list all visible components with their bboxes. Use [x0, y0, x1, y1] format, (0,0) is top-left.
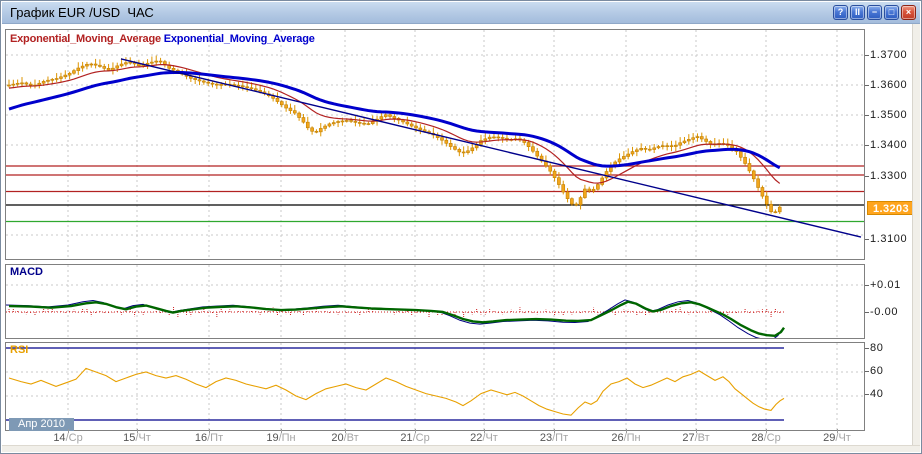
date-label: 28/Ср [734, 432, 798, 444]
macd-tick-label: -0.00 [870, 306, 898, 318]
macd-canvas [6, 265, 864, 338]
date-label: 29/Чт [805, 432, 869, 444]
bottom-edge-strip [2, 445, 920, 452]
date-label: 23/Пт [522, 432, 586, 444]
rsi-canvas [6, 343, 864, 430]
window-title: График EUR /USD ЧАС [10, 2, 154, 23]
legend-ema-blue: Exponential_Moving_Average [164, 33, 315, 45]
indicator-legend: Exponential_Moving_Average Exponential_M… [10, 33, 315, 45]
month-label: Апр 2010 [9, 418, 74, 431]
title-bar[interactable]: График EUR /USD ЧАС ?II−□× [2, 2, 920, 24]
right-edge-strip [912, 24, 920, 452]
macd-tick-label: +0.01 [870, 279, 901, 291]
date-label: 21/Ср [383, 432, 447, 444]
price-tick-label: 1.3300 [870, 170, 907, 182]
date-label: 19/Пн [249, 432, 313, 444]
rsi-pane-label: RSI [10, 344, 28, 356]
help-button[interactable]: ? [833, 5, 848, 20]
price-tick-label: 1.3100 [870, 233, 907, 245]
current-price-badge: 1.3203 [867, 201, 915, 215]
pause-button[interactable]: II [850, 5, 865, 20]
date-label: 14/Ср [36, 432, 100, 444]
price-tick-label: 1.3700 [870, 49, 907, 61]
price-chart-panel[interactable] [5, 29, 865, 260]
date-label: 20/Вт [313, 432, 377, 444]
price-chart-canvas [6, 30, 864, 259]
date-label: 27/Вт [664, 432, 728, 444]
rsi-tick-label: 60 [870, 365, 883, 377]
restore-button[interactable]: □ [884, 5, 899, 20]
macd-panel[interactable] [5, 264, 865, 339]
price-tick-label: 1.3500 [870, 109, 907, 121]
close-button[interactable]: × [901, 5, 916, 20]
legend-ema-red: Exponential_Moving_Average [10, 33, 161, 45]
date-label: 15/Чт [105, 432, 169, 444]
window-controls: ?II−□× [833, 5, 916, 20]
macd-pane-label: MACD [10, 266, 43, 278]
price-tick-label: 1.3400 [870, 139, 907, 151]
rsi-tick-label: 40 [870, 388, 883, 400]
chart-window: График EUR /USD ЧАС ?II−□× Exponential_M… [0, 0, 922, 454]
rsi-tick-label: 80 [870, 342, 883, 354]
date-label: 16/Пт [177, 432, 241, 444]
rsi-panel[interactable] [5, 342, 865, 431]
price-tick-label: 1.3600 [870, 79, 907, 91]
minimize-button[interactable]: − [867, 5, 882, 20]
date-label: 26/Пн [594, 432, 658, 444]
date-label: 22/Чт [452, 432, 516, 444]
